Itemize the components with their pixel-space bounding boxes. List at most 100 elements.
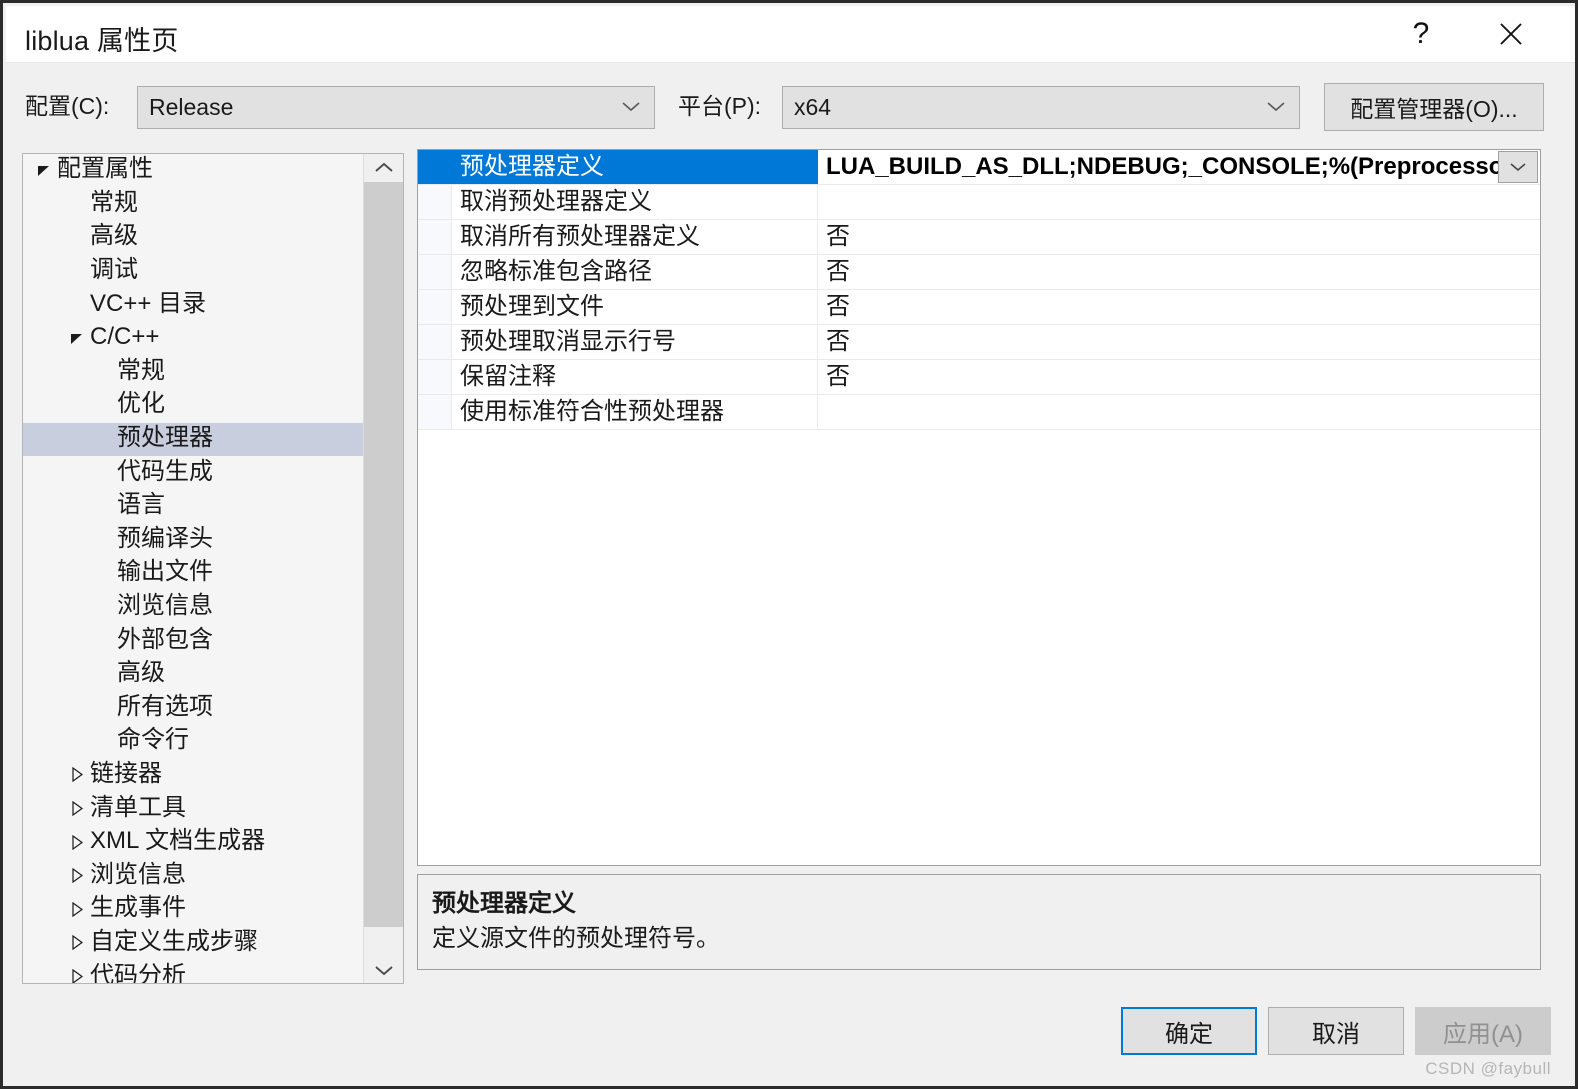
title-bar: liblua 属性页 ?: [6, 6, 1575, 65]
expanded-triangle-icon[interactable]: [64, 330, 90, 348]
tree-item[interactable]: 优化: [23, 389, 364, 423]
tree-item-label: 代码分析: [90, 961, 186, 983]
tree-item-label: 链接器: [90, 759, 162, 787]
ok-button[interactable]: 确定: [1121, 1007, 1257, 1055]
tree-item[interactable]: 代码生成: [23, 456, 364, 490]
property-description-panel: 预处理器定义 定义源文件的预处理符号。: [417, 874, 1541, 970]
property-row[interactable]: 预处理取消显示行号否: [418, 325, 1540, 360]
property-value[interactable]: 否: [818, 360, 1540, 394]
platform-label: 平台(P):: [678, 93, 762, 119]
configuration-combobox[interactable]: Release: [137, 86, 655, 129]
tree-item-label: 优化: [117, 390, 165, 418]
property-name: 忽略标准包含路径: [452, 255, 818, 289]
row-gutter: [418, 360, 452, 394]
property-value[interactable]: 否: [818, 220, 1540, 254]
tree-item[interactable]: 链接器: [23, 759, 364, 793]
property-value[interactable]: [818, 185, 1540, 219]
scroll-up-icon[interactable]: [364, 154, 403, 180]
close-icon[interactable]: [1479, 6, 1543, 62]
configuration-manager-button[interactable]: 配置管理器(O)...: [1324, 83, 1544, 131]
tree-scrollbar-thumb[interactable]: [364, 182, 403, 927]
property-value[interactable]: 否: [818, 290, 1540, 324]
tree-item[interactable]: 外部包含: [23, 624, 364, 658]
tree-item-label: 调试: [90, 256, 138, 284]
cancel-button[interactable]: 取消: [1268, 1007, 1404, 1055]
configuration-tree: 配置属性 常规 高级 调试 VC++ 目录 C/C++ 常规 优化 预处理器 代码生成 语言 预编译头…: [22, 153, 404, 984]
tree-items-container: 配置属性 常规 高级 调试 VC++ 目录 C/C++ 常规 优化 预处理器 代码生成 语言 预编译头…: [23, 154, 364, 983]
description-title: 预处理器定义: [432, 890, 576, 917]
row-gutter: [418, 150, 452, 184]
tree-item[interactable]: 调试: [23, 255, 364, 289]
tree-item[interactable]: 代码分析: [23, 960, 364, 983]
collapsed-triangle-icon[interactable]: [64, 867, 90, 885]
tree-item[interactable]: VC++ 目录: [23, 288, 364, 322]
tree-item[interactable]: 预处理器: [23, 422, 364, 457]
property-row[interactable]: 取消所有预处理器定义否: [418, 220, 1540, 255]
tree-item-label: 清单工具: [90, 793, 186, 821]
row-gutter: [418, 185, 452, 219]
apply-button[interactable]: 应用(A): [1415, 1007, 1551, 1055]
tree-item[interactable]: C/C++: [23, 322, 364, 356]
collapsed-triangle-icon[interactable]: [64, 834, 90, 852]
property-value[interactable]: 否: [818, 255, 1540, 289]
value-dropdown-button[interactable]: [1498, 151, 1538, 183]
tree-item[interactable]: 常规: [23, 356, 364, 390]
tree-item[interactable]: 所有选项: [23, 692, 364, 726]
tree-item-label: 所有选项: [117, 692, 213, 720]
collapsed-triangle-icon[interactable]: [64, 934, 90, 952]
tree-item[interactable]: 预编译头: [23, 524, 364, 558]
collapsed-triangle-icon[interactable]: [64, 766, 90, 784]
tree-item[interactable]: 生成事件: [23, 893, 364, 927]
row-gutter: [418, 290, 452, 324]
tree-item-label: 预处理器: [117, 424, 213, 452]
expanded-triangle-icon[interactable]: [31, 162, 57, 180]
property-value[interactable]: [818, 395, 1540, 429]
tree-item[interactable]: 自定义生成步骤: [23, 927, 364, 961]
tree-item[interactable]: 高级: [23, 658, 364, 692]
tree-item-label: 自定义生成步骤: [90, 927, 258, 955]
tree-item-label: 常规: [90, 188, 138, 216]
platform-value: x64: [794, 94, 832, 120]
help-icon[interactable]: ?: [1389, 6, 1453, 65]
collapsed-triangle-icon[interactable]: [64, 800, 90, 818]
tree-item[interactable]: 浏览信息: [23, 859, 364, 893]
tree-item[interactable]: XML 文档生成器: [23, 826, 364, 860]
tree-item-label: 配置属性: [57, 155, 153, 183]
tree-item[interactable]: 命令行: [23, 725, 364, 759]
property-row[interactable]: 忽略标准包含路径否: [418, 255, 1540, 290]
tree-item[interactable]: 常规: [23, 188, 364, 222]
tree-item[interactable]: 浏览信息: [23, 591, 364, 625]
tree-item[interactable]: 语言: [23, 490, 364, 524]
platform-combobox[interactable]: x64: [782, 86, 1300, 129]
property-name: 取消所有预处理器定义: [452, 220, 818, 254]
tree-item-label: 外部包含: [117, 625, 213, 653]
scroll-down-icon[interactable]: [364, 957, 403, 983]
property-value[interactable]: LUA_BUILD_AS_DLL;NDEBUG;_CONSOLE;%(Prepr…: [818, 150, 1540, 184]
property-pages-dialog: liblua 属性页 ? 配置(C): Release 平台(P): x64 配…: [0, 0, 1578, 1089]
collapsed-triangle-icon[interactable]: [64, 968, 90, 983]
configuration-value: Release: [149, 94, 234, 120]
tree-item[interactable]: 清单工具: [23, 792, 364, 826]
tree-item-label: 高级: [90, 222, 138, 250]
tree-item[interactable]: 输出文件: [23, 557, 364, 591]
property-row[interactable]: 保留注释否: [418, 360, 1540, 395]
property-row[interactable]: 预处理到文件否: [418, 290, 1540, 325]
tree-item-label: C/C++: [90, 323, 160, 351]
tree-item[interactable]: 高级: [23, 221, 364, 255]
property-row[interactable]: 预处理器定义 LUA_BUILD_AS_DLL;NDEBUG;_CONSOLE;%…: [418, 150, 1540, 185]
property-row[interactable]: 取消预处理器定义: [418, 185, 1540, 220]
collapsed-triangle-icon[interactable]: [64, 901, 90, 919]
property-row[interactable]: 使用标准符合性预处理器: [418, 395, 1540, 430]
tree-item[interactable]: 配置属性: [23, 154, 364, 188]
property-name: 预处理器定义: [452, 150, 818, 184]
tree-scrollbar[interactable]: [363, 154, 403, 983]
property-value[interactable]: 否: [818, 325, 1540, 359]
chevron-down-icon: [621, 100, 641, 118]
